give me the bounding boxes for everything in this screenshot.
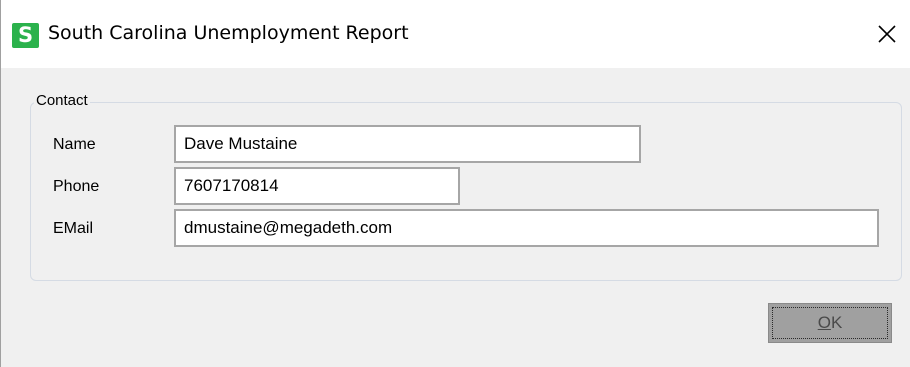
name-label: Name [53,136,96,153]
ok-button-mnemonic: O [817,313,831,332]
close-icon [878,25,896,43]
ok-button[interactable]: OK [768,303,892,343]
ok-button-label-rest: K [830,313,843,332]
phone-label: Phone [53,178,100,195]
name-field[interactable] [174,125,641,163]
ok-button-focus-rect: OK [772,307,888,339]
close-button[interactable] [869,16,905,52]
dialog-window: S South Carolina Unemployment Report Con… [0,0,910,367]
app-logo-icon: S [12,23,39,48]
phone-field[interactable] [174,167,460,205]
dialog-body: Contact Name Phone EMail OK [1,68,910,367]
email-label: EMail [53,220,94,237]
title-bar: S South Carolina Unemployment Report [1,0,910,68]
window-title: South Carolina Unemployment Report [48,22,409,44]
contact-group-label: Contact [34,92,90,110]
email-field[interactable] [174,209,879,247]
